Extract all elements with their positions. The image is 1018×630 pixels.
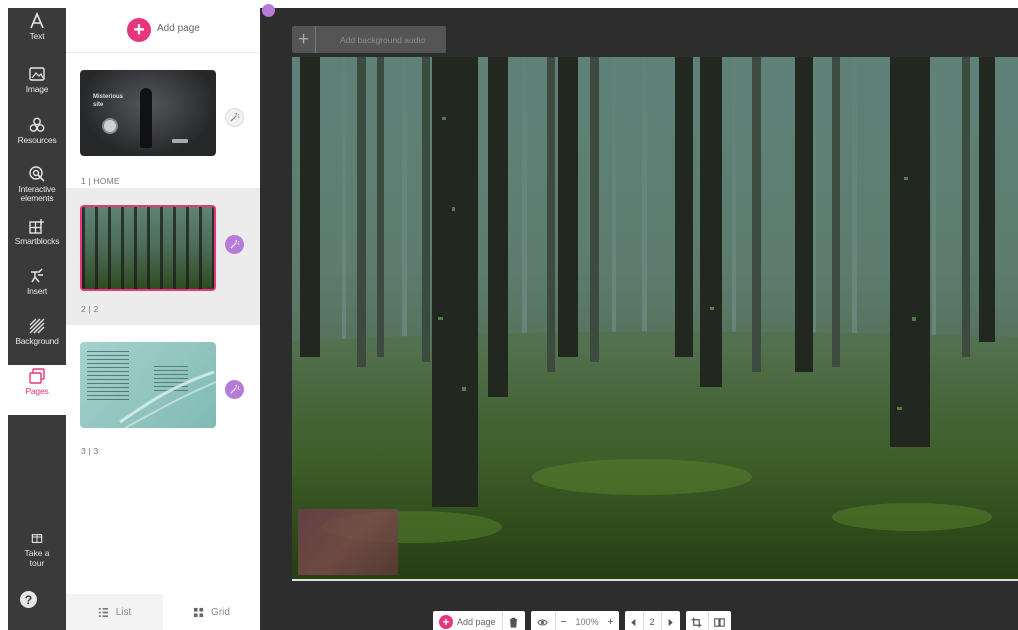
image-icon	[28, 63, 46, 85]
thumbnail-button-icon	[102, 118, 118, 134]
tool-insert[interactable]: Insert	[8, 265, 66, 315]
page-thumbnail[interactable]	[80, 205, 216, 291]
add-page-icon: +	[439, 615, 453, 629]
thumbnail-trees	[82, 207, 214, 289]
bottom-toolbar: + Add page − 100% + 2	[433, 611, 731, 630]
tool-text[interactable]: Text	[8, 10, 66, 60]
page-caption: 1 | HOME	[81, 176, 120, 186]
grid-view-label: Grid	[211, 606, 230, 618]
tool-label: Insert	[26, 286, 48, 296]
add-page-label: Add page	[457, 617, 496, 627]
previous-page-button[interactable]	[625, 617, 643, 628]
zoom-in-button[interactable]: +	[603, 616, 619, 628]
trash-icon	[509, 617, 518, 628]
overlay-image-element[interactable]	[298, 509, 398, 575]
smartblocks-icon	[28, 215, 46, 237]
next-page-button[interactable]	[662, 617, 680, 628]
add-page-icon[interactable]: +	[127, 18, 151, 42]
preview-button[interactable]	[531, 617, 555, 628]
tool-label: Text	[29, 31, 45, 41]
page-canvas[interactable]	[292, 57, 1018, 580]
dual-view-button[interactable]	[709, 617, 731, 628]
list-view-label: List	[115, 606, 132, 618]
help-icon[interactable]: ?	[20, 591, 37, 608]
tool-label: Background	[15, 336, 59, 346]
current-page-number[interactable]: 2	[644, 617, 661, 627]
page-thumbnail[interactable]: Misterious site	[80, 70, 216, 156]
pages-panel: + Add page Misterious site 1 | HOME 2 | …	[66, 8, 260, 630]
zoom-group: − 100% +	[530, 611, 619, 630]
tool-sidebar: Text Image Resources Interactive element…	[8, 8, 66, 630]
tool-label: Interactive elements	[18, 184, 56, 203]
pages-icon	[28, 365, 46, 387]
background-audio-label[interactable]: Add background audio	[340, 35, 425, 45]
interactive-icon	[28, 163, 46, 185]
thumbnail-title: Misterious site	[93, 94, 124, 108]
thumbnail-person	[140, 88, 152, 148]
canvas-bottom-edge	[292, 579, 1018, 581]
text-icon	[28, 10, 46, 32]
collapse-badge-icon[interactable]	[262, 4, 275, 17]
zoom-level: 100%	[575, 617, 599, 627]
grid-icon	[193, 607, 204, 617]
add-audio-icon[interactable]: +	[292, 26, 316, 53]
magic-wand-icon[interactable]	[225, 108, 244, 127]
page-actions-group: + Add page	[433, 611, 525, 630]
tool-label: Image	[25, 84, 49, 94]
list-view-button[interactable]: List	[66, 594, 163, 630]
page-item-2[interactable]: 2 | 2	[66, 188, 260, 325]
take-a-tour-label: Take a tour	[24, 548, 50, 568]
gift-icon	[30, 530, 44, 548]
tool-label: Pages	[25, 386, 49, 396]
fit-group	[685, 611, 731, 630]
eye-icon	[537, 619, 548, 625]
tool-pages[interactable]: Pages	[8, 365, 66, 415]
thumbnail-link	[172, 139, 188, 143]
take-a-tour-button[interactable]: Take a tour	[8, 530, 66, 586]
chevron-right-icon	[668, 618, 673, 626]
page-caption: 3 | 3	[81, 446, 99, 456]
tool-label: Resources	[17, 135, 57, 145]
page-caption: 2 | 2	[81, 304, 99, 314]
crop-icon	[691, 616, 702, 628]
chevron-left-icon	[631, 618, 636, 626]
background-icon	[28, 315, 46, 337]
magic-wand-icon[interactable]	[225, 235, 244, 254]
magic-wand-icon[interactable]	[225, 380, 244, 399]
grid-view-button[interactable]: Grid	[163, 594, 260, 630]
thumbnail-dna-graphic	[119, 370, 216, 428]
tool-image[interactable]: Image	[8, 63, 66, 113]
tool-interactive-elements[interactable]: Interactive elements	[8, 163, 66, 219]
tool-smartblocks[interactable]: Smartblocks	[8, 215, 66, 265]
forest-background-image	[292, 57, 1018, 580]
pages-panel-header: + Add page	[66, 8, 260, 53]
resources-icon	[28, 114, 46, 136]
dual-page-icon	[714, 617, 725, 627]
view-toggle: List Grid	[66, 594, 260, 630]
background-audio-bar[interactable]: + Add background audio	[292, 26, 446, 53]
delete-page-button[interactable]	[503, 617, 525, 628]
tool-label: Smartblocks	[14, 236, 60, 246]
add-page-label[interactable]: Add page	[157, 23, 200, 34]
page-item-1[interactable]: Misterious site 1 | HOME	[66, 53, 260, 188]
add-page-button[interactable]: + Add page	[433, 615, 502, 629]
page-item-3[interactable]: 3 | 3	[66, 325, 260, 465]
page-navigation-group: 2	[624, 611, 680, 630]
tool-background[interactable]: Background	[8, 315, 66, 365]
list-icon	[98, 607, 108, 617]
zoom-out-button[interactable]: −	[556, 616, 572, 628]
insert-icon	[28, 265, 46, 287]
page-thumbnail[interactable]	[80, 342, 216, 428]
tool-resources[interactable]: Resources	[8, 114, 66, 164]
fit-to-screen-button[interactable]	[686, 616, 708, 628]
